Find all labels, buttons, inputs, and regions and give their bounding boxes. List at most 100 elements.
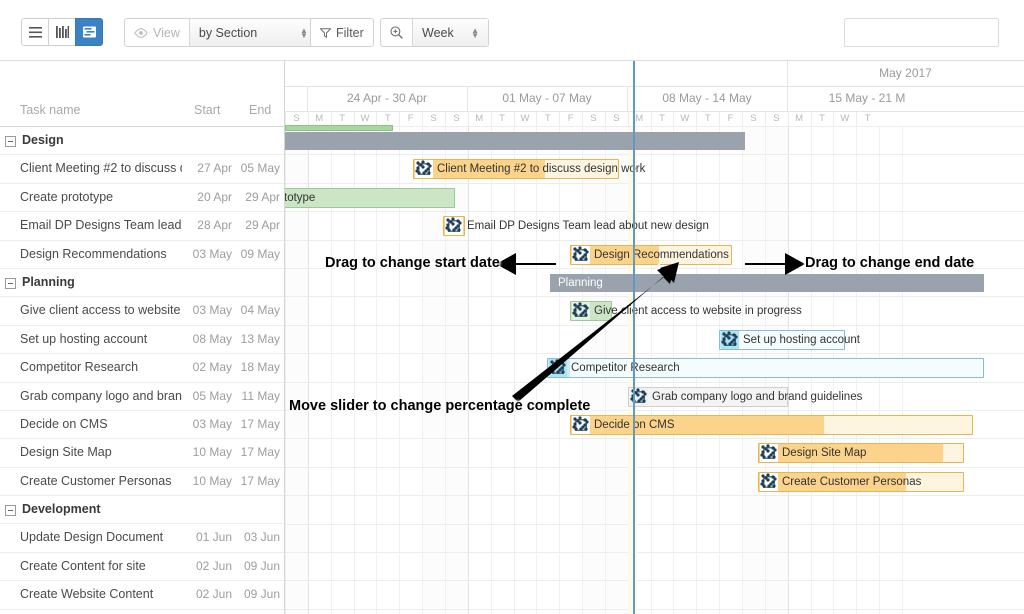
gantt-view-button[interactable] — [75, 18, 103, 46]
task-start-cell: 02 Jun — [192, 559, 232, 573]
column-header-start[interactable]: Start — [194, 103, 220, 117]
task-row[interactable]: Create Customer Personas10 May17 May — [0, 468, 284, 496]
timeline-week-label: 01 May - 07 May — [467, 91, 627, 105]
task-group-row[interactable]: Planning — [0, 269, 284, 297]
gantt-task-bar[interactable]: Give client access to website in progres… — [570, 301, 612, 321]
chevron-updown-icon: ▲▼ — [300, 28, 308, 38]
gantt-task-bar[interactable]: Create Customer Personas — [758, 472, 964, 492]
assignee-avatar[interactable] — [415, 160, 433, 178]
task-row[interactable]: Give client access to website in progres… — [0, 297, 284, 325]
filter-button[interactable]: Filter — [310, 18, 374, 47]
task-name-cell: Grab company logo and brand guidelines — [20, 389, 182, 403]
gantt-task-bar[interactable]: Competitor Research — [547, 358, 984, 378]
task-row[interactable]: Update Design Document01 Jun03 Jun — [0, 524, 284, 552]
timeline-divider — [856, 112, 857, 127]
assignee-avatar[interactable] — [445, 217, 463, 235]
gantt-gridline — [285, 524, 1024, 525]
group-by-select[interactable]: by Section ▲▼ — [189, 19, 317, 46]
task-start-cell: 20 Apr — [192, 190, 232, 204]
list-view-button[interactable] — [21, 18, 49, 46]
gantt-task-bar[interactable]: Email DP Designs Team lead about new des… — [443, 216, 465, 236]
summary-bar[interactable] — [285, 132, 745, 150]
gantt-gridline — [285, 240, 1024, 241]
timeline-divider — [422, 112, 423, 127]
task-row[interactable]: Create prototype20 Apr29 Apr — [0, 184, 284, 212]
gantt-body[interactable]: Client Meeting #2 to discuss design work… — [285, 127, 1024, 614]
assignee-avatar[interactable] — [760, 444, 778, 462]
task-end-cell: 04 May — [240, 303, 280, 317]
assignee-avatar[interactable] — [760, 473, 778, 491]
zoom-value: Week — [422, 26, 454, 40]
search-box[interactable] — [844, 18, 999, 47]
task-row[interactable]: Create Website Content02 Jun09 Jun — [0, 581, 284, 609]
task-name-cell: Give client access to website in progres… — [20, 303, 182, 317]
timeline-divider — [719, 112, 720, 127]
collapse-toggle[interactable] — [5, 278, 16, 289]
column-header-end[interactable]: End — [249, 103, 271, 117]
timeline-day-label: T — [376, 113, 399, 124]
gantt-gridline — [514, 127, 515, 614]
filter-seg[interactable]: Filter — [311, 19, 373, 46]
timeline-divider — [787, 87, 788, 112]
task-group-row[interactable]: Design — [0, 127, 284, 155]
timeline-day-label: W — [673, 113, 696, 124]
task-row[interactable]: Design Recommendations03 May09 May — [0, 241, 284, 269]
collapse-toggle[interactable] — [5, 505, 16, 516]
gantt-task-bar-label: Give client access to website in progres… — [594, 305, 802, 317]
gantt-gridline — [285, 410, 1024, 411]
timeline-day-label: W — [354, 113, 377, 124]
gantt-task-bar[interactable]: Design Site Map — [758, 443, 964, 463]
timeline-day-label: S — [605, 113, 628, 124]
gantt-gridline — [285, 211, 1024, 212]
task-row[interactable]: Email DP Designs Team lead about new des… — [0, 212, 284, 240]
task-end-cell: 29 Apr — [240, 190, 280, 204]
task-row[interactable]: Client Meeting #2 to discuss design work… — [0, 155, 284, 183]
assignee-avatar[interactable] — [721, 331, 739, 349]
gantt-gridline — [285, 296, 1024, 297]
task-row[interactable]: Grab company logo and brand guidelines05… — [0, 383, 284, 411]
view-toggle[interactable]: View — [125, 19, 189, 46]
assignee-avatar[interactable] — [572, 302, 590, 320]
gantt-gridline — [285, 438, 1024, 439]
zoom-range-select[interactable]: Week ▲▼ — [412, 19, 488, 46]
gantt-gridline — [468, 127, 469, 614]
task-end-cell: 05 May — [240, 161, 280, 175]
assignee-avatar[interactable] — [572, 416, 590, 434]
task-row[interactable]: Decide on CMS03 May17 May — [0, 411, 284, 439]
assignee-avatar-icon — [721, 331, 739, 349]
task-name-cell: Design — [22, 133, 184, 147]
board-view-button[interactable] — [48, 18, 76, 46]
gantt-task-bar[interactable]: Client Meeting #2 to discuss design work — [413, 159, 619, 179]
gantt-task-bar[interactable]: totype — [285, 188, 455, 208]
column-header-task-name[interactable]: Task name — [20, 103, 80, 117]
task-start-cell: 03 May — [192, 303, 232, 317]
timeline-day-label: S — [582, 113, 605, 124]
assignee-avatar[interactable] — [549, 359, 567, 377]
timeline-divider — [765, 112, 766, 127]
task-row[interactable]: Set up hosting account08 May13 May — [0, 326, 284, 354]
collapse-toggle[interactable] — [5, 136, 16, 147]
timeline-divider — [696, 112, 697, 127]
task-end-cell: 17 May — [240, 417, 280, 431]
summary-bar[interactable]: Planning — [550, 274, 984, 292]
task-start-cell: 08 May — [192, 332, 232, 346]
task-group-row[interactable]: Development — [0, 496, 284, 524]
group-by-value: by Section — [199, 26, 257, 40]
search-input[interactable] — [845, 20, 1012, 45]
task-name-cell: Competitor Research — [20, 360, 182, 374]
view-group-control[interactable]: View by Section ▲▼ — [124, 18, 318, 47]
gantt-task-bar[interactable]: Decide on CMS — [570, 415, 973, 435]
gantt-task-bar[interactable]: Grab company logo and brand guidelines — [628, 387, 788, 407]
timeline-month-label: May 2017 — [787, 66, 1024, 80]
zoom-control[interactable]: Week ▲▼ — [380, 18, 489, 47]
assignee-avatar-icon — [549, 359, 567, 377]
gantt-task-bar[interactable]: Set up hosting account — [719, 330, 845, 350]
gantt-task-bar[interactable]: Design Recommendations — [570, 245, 732, 265]
progress-slider-handle[interactable] — [653, 263, 665, 270]
zoom-icon-seg[interactable] — [381, 19, 412, 46]
task-row[interactable]: Competitor Research02 May18 May — [0, 354, 284, 382]
task-row[interactable]: Create Content for site02 Jun09 Jun — [0, 553, 284, 581]
assignee-avatar[interactable] — [572, 246, 590, 264]
task-name-cell: Email DP Designs Team lead about new des… — [20, 218, 182, 232]
task-row[interactable]: Design Site Map10 May17 May — [0, 439, 284, 467]
